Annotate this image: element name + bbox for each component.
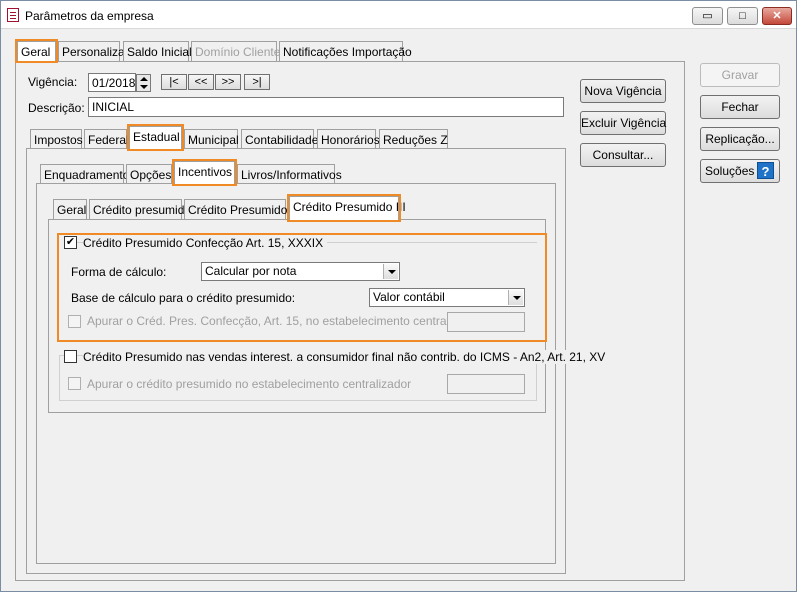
tab-saldo-inicial[interactable]: Saldo Inicial (123, 41, 192, 61)
vigencia-field[interactable]: 01/2018 (88, 73, 136, 92)
apurar-vendas-checkbox[interactable] (68, 377, 81, 390)
nova-vigencia-button[interactable]: Nova Vigência (580, 79, 666, 103)
replicacao-button[interactable]: Replicação... (700, 127, 780, 151)
apurar-confeccao-checkbox[interactable] (68, 315, 81, 328)
tab-municipal[interactable]: Municipal (184, 129, 239, 149)
tab-inc-geral[interactable]: Geral (53, 199, 87, 219)
chevron-down-icon (508, 290, 523, 305)
base-calculo-label: Base de cálculo para o crédito presumido… (71, 291, 296, 305)
apurar-vendas-field[interactable] (447, 374, 525, 394)
forma-calculo-value: Calcular por nota (205, 264, 297, 278)
apurar-confeccao-label: Apurar o Créd. Pres. Confecção, Art. 15,… (87, 314, 486, 328)
gravar-button[interactable]: Gravar (700, 63, 780, 87)
tab-enquadramento[interactable]: Enquadramento (40, 164, 129, 184)
chevron-down-icon (383, 264, 398, 279)
tab-federal[interactable]: Federal (84, 129, 129, 149)
maximize-button[interactable]: □ (727, 7, 758, 25)
document-icon (7, 8, 19, 22)
tab-honorarios[interactable]: Honorários (317, 129, 380, 149)
consultar-button[interactable]: Consultar... (580, 143, 666, 167)
tab-reducoes-z[interactable]: Reduções Z (379, 129, 448, 149)
solucoes-label: Soluções (705, 164, 755, 178)
apurar-confeccao-field[interactable] (447, 312, 525, 332)
vendas-interest-title: Crédito Presumido nas vendas interest. a… (83, 350, 608, 364)
confeccao-checkbox[interactable]: ✔ (64, 236, 77, 249)
tab-notificacoes-importacao[interactable]: Notificações Importação (279, 41, 412, 61)
nav-last-button[interactable]: >| (244, 74, 270, 90)
forma-calculo-select[interactable]: Calcular por nota (201, 262, 400, 281)
help-icon[interactable]: ? (757, 162, 774, 179)
tab-incentivos[interactable]: Incentivos (172, 159, 237, 186)
window-title: Parâmetros da empresa (25, 9, 154, 23)
title-bar: Parâmetros da empresa ▭ □ ✕ (1, 1, 796, 29)
tab-livros-informativos[interactable]: Livros/Informativos (237, 164, 342, 184)
forma-calculo-label: Forma de cálculo: (71, 265, 167, 279)
parametros-window: Parâmetros da empresa ▭ □ ✕ Geral Person… (0, 0, 797, 592)
fechar-button[interactable]: Fechar (700, 95, 780, 119)
tab-personaliza[interactable]: Personaliza (58, 41, 125, 61)
base-calculo-value: Valor contábil (373, 290, 445, 304)
base-calculo-select[interactable]: Valor contábil (369, 288, 525, 307)
nav-first-button[interactable]: |< (161, 74, 187, 90)
tab-impostos[interactable]: Impostos (30, 129, 83, 149)
vendas-interest-checkbox[interactable] (64, 350, 77, 363)
nav-next-button[interactable]: >> (215, 74, 241, 90)
tab-estadual[interactable]: Estadual (127, 124, 184, 151)
close-button[interactable]: ✕ (762, 7, 792, 25)
tab-credito-presumido-iii[interactable]: Crédito Presumido III (287, 194, 406, 222)
vigencia-label: Vigência: (28, 75, 78, 89)
descricao-label: Descrição: (28, 101, 85, 115)
tab-geral[interactable]: Geral (15, 39, 58, 63)
tab-opcoes[interactable]: Opções (126, 164, 172, 184)
minimize-button[interactable]: ▭ (692, 7, 723, 25)
descricao-field[interactable]: INICIAL (88, 97, 564, 117)
vigencia-spinner[interactable] (136, 74, 151, 92)
tab-dominio-cliente[interactable]: Domínio Cliente (191, 41, 280, 61)
tab-contabilidade[interactable]: Contabilidade (241, 129, 318, 149)
confeccao-title: Crédito Presumido Confecção Art. 15, XXX… (83, 236, 328, 250)
tab-credito-presumido-ii[interactable]: Crédito Presumido II (184, 199, 297, 219)
nav-prev-button[interactable]: << (188, 74, 214, 90)
excluir-vigencia-button[interactable]: Excluir Vigência (580, 111, 666, 135)
tab-credito-presumido[interactable]: Crédito presumido (89, 199, 191, 219)
apurar-vendas-label: Apurar o crédito presumido no estabeleci… (87, 377, 412, 391)
